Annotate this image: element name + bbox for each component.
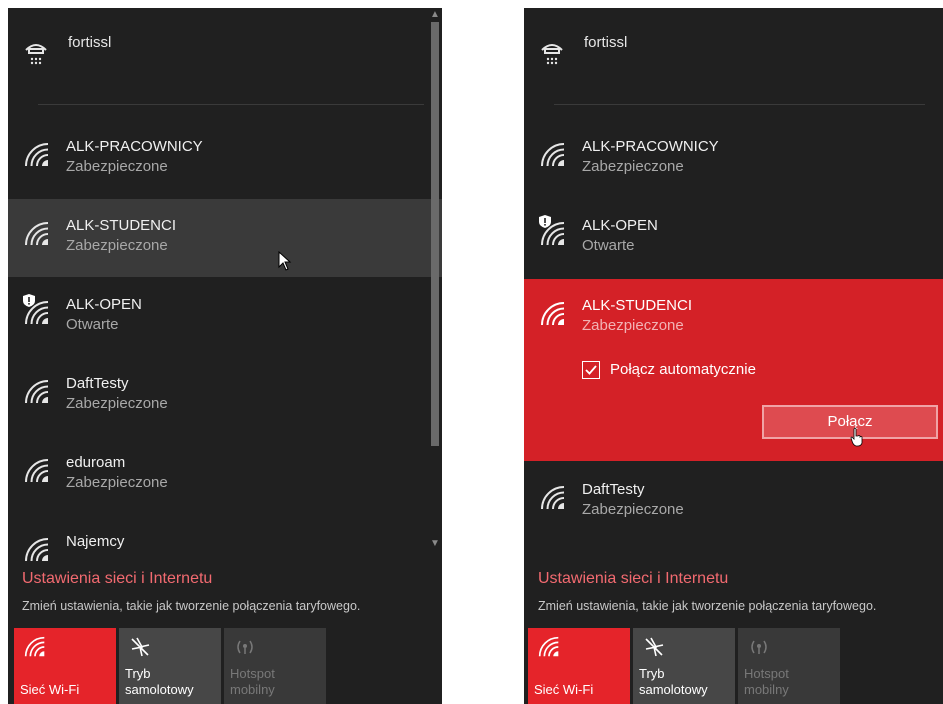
- network-settings-description: Zmień ustawienia, takie jak tworzenie po…: [538, 599, 877, 613]
- network-flyout-right: fortissl ALK-PRACOWNICY Zabezpieczone AL…: [524, 8, 943, 704]
- tile-label: Sieć Wi-Fi: [534, 682, 594, 697]
- network-status: Zabezpieczone: [582, 158, 684, 175]
- network-name: DaftTesty: [582, 481, 645, 498]
- network-name: ALK-STUDENCI: [66, 217, 177, 234]
- vpn-connection-fortissl[interactable]: fortissl: [8, 8, 442, 106]
- divider: [38, 104, 424, 105]
- wifi-toggle-tile[interactable]: Sieć Wi-Fi: [528, 628, 630, 704]
- wifi-icon: [25, 380, 49, 404]
- wifi-icon: [541, 143, 565, 167]
- wifi-icon: [25, 143, 49, 167]
- mobile-hotspot-tile[interactable]: Hotspot mobilny: [224, 628, 326, 704]
- hand-cursor-icon: [850, 427, 863, 447]
- network-item-alk-pracownicy[interactable]: ALK-PRACOWNICY Zabezpieczone: [8, 120, 442, 198]
- network-settings-link[interactable]: Ustawienia sieci i Internetu: [538, 570, 728, 588]
- airplane-icon: [131, 637, 150, 657]
- vpn-name: fortissl: [68, 34, 112, 51]
- network-item-alk-open[interactable]: ALK-OPEN Otwarte: [524, 199, 943, 277]
- wifi-icon: [25, 538, 49, 562]
- scrollbar[interactable]: ▲ ▼: [428, 8, 442, 564]
- tile-label: Tryb samolotowy: [639, 666, 708, 697]
- hotspot-icon: [751, 640, 767, 654]
- network-item-alk-studenci-expanded[interactable]: ALK-STUDENCI Zabezpieczone Połącz automa…: [524, 279, 943, 461]
- network-item-alk-studenci[interactable]: ALK-STUDENCI Zabezpieczone: [8, 199, 442, 277]
- tile-label: Sieć Wi-Fi: [20, 682, 80, 697]
- mouse-cursor-icon: [278, 251, 292, 271]
- airplane-icon: [645, 637, 664, 657]
- wifi-toggle-tile[interactable]: Sieć Wi-Fi: [14, 628, 116, 704]
- network-status: Zabezpieczone: [582, 317, 684, 334]
- network-status: Otwarte: [582, 237, 635, 254]
- scroll-down-icon[interactable]: ▼: [430, 538, 440, 549]
- network-settings-link[interactable]: Ustawienia sieci i Internetu: [22, 570, 212, 588]
- network-status: Zabezpieczone: [66, 474, 168, 491]
- network-item-dafttesty[interactable]: DaftTesty Zabezpieczone: [524, 463, 943, 541]
- network-status: Zabezpieczone: [66, 237, 168, 254]
- wifi-icon: [24, 636, 45, 657]
- vpn-name: fortissl: [584, 34, 628, 51]
- shield-warning-icon: [23, 294, 35, 307]
- vpn-connection-fortissl[interactable]: fortissl: [524, 8, 943, 106]
- network-status: Zabezpieczone: [582, 501, 684, 518]
- vpn-icon: [25, 44, 47, 65]
- network-item-najemcy[interactable]: Najemcy: [8, 515, 442, 564]
- network-status: Zabezpieczone: [66, 158, 168, 175]
- wifi-icon: [25, 222, 49, 246]
- mobile-hotspot-tile[interactable]: Hotspot mobilny: [738, 628, 840, 704]
- network-item-dafttesty[interactable]: DaftTesty Zabezpieczone: [8, 357, 442, 435]
- checkmark-icon: [585, 365, 597, 375]
- network-name: Najemcy: [66, 533, 125, 550]
- network-name: eduroam: [66, 454, 126, 471]
- wifi-icon: [541, 486, 565, 510]
- network-item-alk-pracownicy[interactable]: ALK-PRACOWNICY Zabezpieczone: [524, 120, 943, 198]
- auto-connect-checkbox[interactable]: [582, 361, 600, 379]
- tile-label: Tryb samolotowy: [125, 666, 194, 697]
- network-name: ALK-PRACOWNICY: [582, 138, 719, 155]
- network-item-alk-open[interactable]: ALK-OPEN Otwarte: [8, 278, 442, 356]
- hotspot-icon: [237, 640, 253, 654]
- scroll-thumb[interactable]: [431, 22, 439, 446]
- shield-warning-icon: [539, 215, 551, 228]
- auto-connect-label[interactable]: Połącz automatycznie: [610, 361, 756, 378]
- network-name: ALK-STUDENCI: [582, 297, 693, 314]
- wifi-icon: [25, 459, 49, 483]
- network-name: ALK-PRACOWNICY: [66, 138, 203, 155]
- wifi-icon: [538, 636, 559, 657]
- divider: [554, 104, 925, 105]
- network-name: ALK-OPEN: [582, 217, 658, 234]
- airplane-mode-tile[interactable]: Tryb samolotowy: [119, 628, 221, 704]
- airplane-mode-tile[interactable]: Tryb samolotowy: [633, 628, 735, 704]
- tile-label: Hotspot mobilny: [230, 666, 275, 697]
- network-item-eduroam[interactable]: eduroam Zabezpieczone: [8, 436, 442, 514]
- vpn-icon: [541, 44, 563, 65]
- network-status: Zabezpieczone: [66, 395, 168, 412]
- network-status: Otwarte: [66, 316, 119, 333]
- network-name: ALK-OPEN: [66, 296, 142, 313]
- network-settings-description: Zmień ustawienia, takie jak tworzenie po…: [22, 599, 361, 613]
- scroll-up-icon[interactable]: ▲: [430, 9, 440, 20]
- wifi-icon: [541, 302, 565, 326]
- network-name: DaftTesty: [66, 375, 129, 392]
- network-flyout-left: fortissl ALK-PRACOWNICY Zabezpieczone AL…: [8, 8, 442, 704]
- tile-label: Hotspot mobilny: [744, 666, 789, 697]
